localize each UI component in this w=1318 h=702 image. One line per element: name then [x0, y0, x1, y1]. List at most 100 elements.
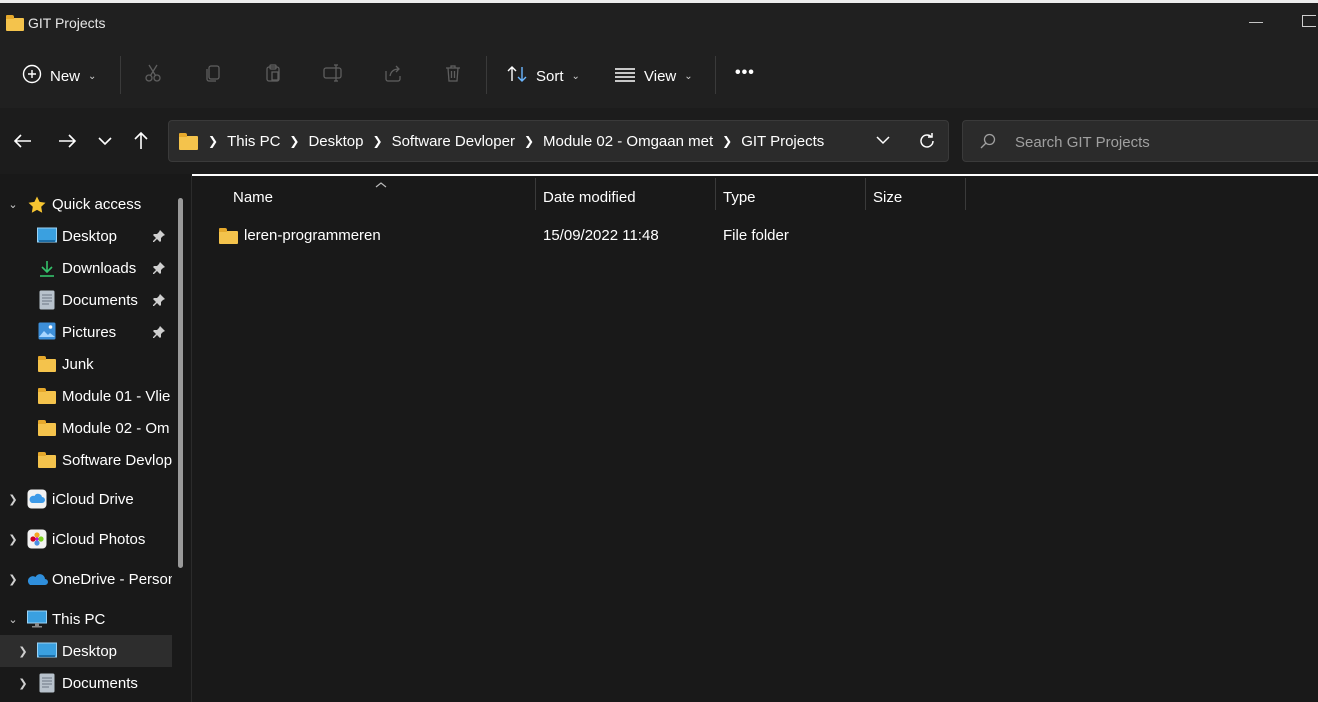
- breadcrumb: ❯ This PC ❯ Desktop ❯ Software Devloper …: [179, 121, 824, 161]
- sidebar-item-junk[interactable]: Junk: [0, 348, 172, 380]
- chevron-right-icon[interactable]: ❯: [722, 134, 732, 148]
- icloud-photos-icon: [27, 529, 47, 549]
- sidebar-item-label: Module 01 - Vlie: [62, 387, 171, 405]
- sidebar-item-label: Junk: [62, 355, 94, 373]
- sort-indicator-icon: [375, 176, 387, 193]
- sidebar-item-label: Pictures: [62, 323, 117, 341]
- column-header-type[interactable]: Type: [723, 184, 756, 210]
- cut-button[interactable]: [138, 60, 168, 90]
- copy-button[interactable]: [198, 60, 228, 90]
- search-box[interactable]: [962, 120, 1318, 163]
- desktop-icon: [37, 642, 57, 660]
- up-button[interactable]: [130, 130, 152, 156]
- sidebar-item-software-devloper[interactable]: Software Devlop: [0, 444, 172, 476]
- maximize-button[interactable]: [1302, 15, 1316, 27]
- paste-button[interactable]: [258, 60, 288, 90]
- refresh-icon: [917, 133, 937, 155]
- sidebar-item-pc-desktop[interactable]: ❯ Desktop: [0, 635, 172, 667]
- file-date: 15/09/2022 11:48: [543, 227, 659, 244]
- delete-button[interactable]: [438, 60, 468, 90]
- search-icon: [979, 132, 997, 154]
- address-dropdown-button[interactable]: [875, 132, 891, 152]
- chevron-right-icon[interactable]: ❯: [6, 573, 20, 586]
- chevron-right-icon[interactable]: ❯: [373, 134, 383, 148]
- chevron-right-icon[interactable]: ❯: [16, 645, 30, 658]
- documents-icon: [39, 290, 57, 310]
- sidebar-item-quick-access[interactable]: ⌄ Quick access: [0, 188, 172, 220]
- navigation-pane: ⌄ Quick access Desktop Downloads Documen…: [0, 176, 192, 702]
- folder-icon: [179, 133, 199, 150]
- pictures-icon: [38, 322, 56, 340]
- share-button[interactable]: [378, 60, 408, 90]
- sort-label: Sort: [536, 67, 564, 85]
- minimize-button[interactable]: —: [1246, 13, 1266, 33]
- view-button[interactable]: View ⌄: [614, 64, 693, 88]
- sidebar-item-desktop[interactable]: Desktop: [0, 220, 172, 252]
- sidebar-item-onedrive[interactable]: ❯ OneDrive - Person: [0, 563, 172, 595]
- file-type: File folder: [723, 227, 789, 244]
- sidebar-item-pictures[interactable]: Pictures: [0, 316, 172, 348]
- chevron-down-icon[interactable]: ⌄: [6, 198, 20, 211]
- sidebar-item-module-02[interactable]: Module 02 - Om: [0, 412, 172, 444]
- more-icon: •••: [735, 64, 755, 81]
- back-button[interactable]: [12, 130, 34, 156]
- chevron-right-icon[interactable]: ❯: [524, 134, 534, 148]
- column-header-date[interactable]: Date modified: [543, 184, 636, 210]
- search-input[interactable]: [1013, 121, 1307, 163]
- sidebar-item-label: Downloads: [62, 259, 137, 277]
- column-divider[interactable]: [865, 178, 866, 210]
- sidebar-item-module-01[interactable]: Module 01 - Vlie: [0, 380, 172, 412]
- column-header-size[interactable]: Size: [873, 184, 902, 210]
- rename-button[interactable]: [318, 60, 348, 90]
- sidebar-item-label: Software Devlop: [62, 451, 172, 469]
- new-label: New: [50, 67, 81, 85]
- computer-icon: [27, 609, 47, 628]
- divider: [715, 56, 716, 94]
- breadcrumb-item[interactable]: Module 02 - Omgaan met: [543, 133, 713, 150]
- arrow-right-icon: [56, 134, 78, 156]
- chevron-right-icon: ❯: [208, 134, 219, 148]
- breadcrumb-item[interactable]: This PC: [227, 133, 280, 150]
- table-row[interactable]: leren-programmeren 15/09/2022 11:48 File…: [209, 220, 969, 250]
- chevron-right-icon[interactable]: ❯: [16, 677, 30, 690]
- refresh-button[interactable]: [917, 131, 937, 155]
- address-bar[interactable]: ❯ This PC ❯ Desktop ❯ Software Devloper …: [168, 120, 949, 162]
- window-title: GIT Projects: [28, 15, 106, 31]
- share-icon: [383, 63, 403, 87]
- sidebar-item-this-pc[interactable]: ⌄ This PC: [0, 603, 172, 635]
- chevron-down-icon[interactable]: ⌄: [6, 613, 20, 626]
- arrow-up-icon: [130, 131, 152, 156]
- breadcrumb-item[interactable]: Desktop: [308, 133, 363, 150]
- forward-button[interactable]: [56, 130, 78, 156]
- sidebar-item-pc-documents[interactable]: ❯ Documents: [0, 667, 172, 699]
- chevron-right-icon[interactable]: ❯: [6, 533, 20, 546]
- sort-button[interactable]: Sort ⌄: [506, 64, 580, 88]
- column-divider[interactable]: [715, 178, 716, 210]
- sidebar-item-label: iCloud Drive: [52, 490, 134, 508]
- sidebar-item-icloud-photos[interactable]: ❯ iCloud Photos: [0, 523, 172, 555]
- column-header-name[interactable]: Name: [233, 184, 273, 210]
- title-bar: GIT Projects —: [0, 0, 1318, 44]
- chevron-right-icon[interactable]: ❯: [289, 134, 299, 148]
- command-bar: New ⌄ Sort ⌄ View ⌄ •••: [0, 44, 1318, 109]
- sidebar-scrollbar[interactable]: [178, 198, 183, 568]
- chevron-right-icon[interactable]: ❯: [6, 493, 20, 506]
- file-list: Name Date modified Type Size leren-progr…: [193, 176, 1318, 702]
- sidebar-item-icloud-drive[interactable]: ❯ iCloud Drive: [0, 483, 172, 515]
- delete-icon: [443, 63, 463, 87]
- more-options-button[interactable]: •••: [735, 64, 755, 82]
- column-divider[interactable]: [965, 178, 966, 210]
- view-label: View: [644, 67, 677, 85]
- breadcrumb-item[interactable]: Software Devloper: [392, 133, 515, 150]
- recent-locations-button[interactable]: [96, 132, 114, 154]
- sidebar-item-downloads[interactable]: Downloads: [0, 252, 172, 284]
- sidebar-item-documents[interactable]: Documents: [0, 284, 172, 316]
- arrow-left-icon: [12, 134, 34, 156]
- chevron-down-icon: ⌄: [571, 70, 580, 82]
- folder-icon: [219, 228, 239, 244]
- new-button[interactable]: New ⌄: [22, 64, 96, 88]
- onedrive-cloud-icon: [26, 571, 48, 589]
- breadcrumb-item[interactable]: GIT Projects: [741, 133, 824, 150]
- column-divider[interactable]: [535, 178, 536, 210]
- pin-icon: [152, 325, 166, 339]
